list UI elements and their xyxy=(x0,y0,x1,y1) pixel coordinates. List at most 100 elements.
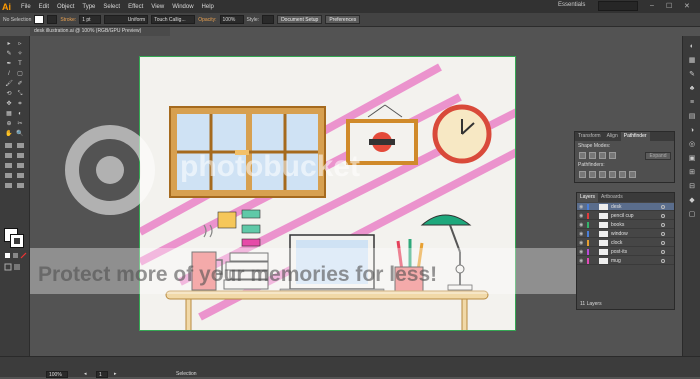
scissors-tool[interactable]: ✂ xyxy=(15,120,25,128)
workspace-switcher[interactable]: Essentials xyxy=(558,2,585,8)
divide-icon[interactable] xyxy=(579,171,586,178)
gradient-panel-icon[interactable]: ▤ xyxy=(687,112,697,121)
preferences-button[interactable]: Preferences xyxy=(325,15,361,24)
zoom-tool[interactable]: 🔍 xyxy=(15,130,25,138)
layer-row[interactable]: ◉ books xyxy=(577,221,674,229)
layers-panel-icon[interactable]: ◆ xyxy=(687,196,697,205)
transform-panel-icon[interactable]: ⊞ xyxy=(687,168,697,177)
tab-artboards[interactable]: Artboards xyxy=(598,193,626,202)
document-tab[interactable]: desk illustration.ai @ 100% (RGB/GPU Pre… xyxy=(30,27,170,36)
visibility-eye-icon[interactable]: ◉ xyxy=(579,221,585,229)
target-circle-icon[interactable] xyxy=(661,259,665,263)
expand-button[interactable]: Expand xyxy=(645,152,671,160)
target-circle-icon[interactable] xyxy=(661,250,665,254)
tab-layers[interactable]: Layers xyxy=(577,193,599,202)
symbols-panel-icon[interactable]: ♣ xyxy=(687,84,697,93)
stroke-swatch-control[interactable] xyxy=(47,15,58,24)
brushes-panel-icon[interactable]: ✎ xyxy=(687,70,697,79)
line-tool[interactable]: / xyxy=(4,70,14,78)
eyedropper-tool[interactable]: ⊕ xyxy=(4,120,14,128)
layer-row[interactable]: ◉ desk xyxy=(577,203,674,211)
shape-builder-tool[interactable]: ▦ xyxy=(4,110,14,118)
stroke-weight-field[interactable]: 1 pt xyxy=(79,15,102,24)
color-mode-icons[interactable] xyxy=(4,252,28,276)
menu-view[interactable]: View xyxy=(147,4,168,10)
minimize-button[interactable]: – xyxy=(650,2,654,9)
menu-type[interactable]: Type xyxy=(78,4,99,10)
opacity-field[interactable]: 100% xyxy=(219,15,244,24)
lasso-tool[interactable]: ✧ xyxy=(15,50,25,58)
intersect-icon[interactable] xyxy=(599,152,606,159)
pen-tool[interactable]: ✒ xyxy=(4,60,14,68)
stroke-panel-icon[interactable]: ≡ xyxy=(687,98,697,107)
brush-definition[interactable]: Touch Callig... xyxy=(151,15,196,24)
menu-window[interactable]: Window xyxy=(168,4,197,10)
menu-effect[interactable]: Effect xyxy=(124,4,147,10)
transparency-panel-icon[interactable]: ◑ xyxy=(687,126,697,135)
maximize-button[interactable]: ☐ xyxy=(666,2,672,10)
graphic-styles-panel-icon[interactable]: ▣ xyxy=(687,154,697,163)
paintbrush-tool[interactable]: 🖌 xyxy=(4,80,14,88)
stroke-label[interactable]: Stroke: xyxy=(60,17,76,23)
target-circle-icon[interactable] xyxy=(661,205,665,209)
layer-row[interactable]: ◉ window xyxy=(577,230,674,238)
fill-swatch-control[interactable] xyxy=(34,15,45,24)
rectangle-tool[interactable]: ▢ xyxy=(15,70,25,78)
minus-front-icon[interactable] xyxy=(589,152,596,159)
pencil-tool[interactable]: ✐ xyxy=(15,80,25,88)
menu-file[interactable]: File xyxy=(17,4,35,10)
visibility-eye-icon[interactable]: ◉ xyxy=(579,212,585,220)
selection-tool[interactable]: ▸ xyxy=(4,40,14,48)
layer-row[interactable]: ◉ post-its xyxy=(577,248,674,256)
layer-row[interactable]: ◉ mug xyxy=(577,257,674,265)
outline-icon[interactable] xyxy=(619,171,626,178)
visibility-eye-icon[interactable]: ◉ xyxy=(579,239,585,247)
appearance-panel-icon[interactable]: ◎ xyxy=(687,140,697,149)
opacity-label[interactable]: Opacity: xyxy=(198,17,216,23)
crop-icon[interactable] xyxy=(609,171,616,178)
swatches-panel-icon[interactable]: ▦ xyxy=(687,56,697,65)
minus-back-icon[interactable] xyxy=(629,171,636,178)
align-panel-icon[interactable]: ⊟ xyxy=(687,182,697,191)
graphic-style-picker[interactable] xyxy=(262,15,275,24)
more-tools-icons[interactable] xyxy=(3,141,27,191)
target-circle-icon[interactable] xyxy=(661,223,665,227)
scale-tool[interactable]: ⤡ xyxy=(15,90,25,98)
layer-row[interactable]: ◉ pencil cup xyxy=(577,212,674,220)
layer-row[interactable]: ◉ clock xyxy=(577,239,674,247)
magic-wand-tool[interactable]: ✎ xyxy=(4,50,14,58)
merge-icon[interactable] xyxy=(599,171,606,178)
unite-icon[interactable] xyxy=(579,152,586,159)
menu-object[interactable]: Object xyxy=(53,4,78,10)
visibility-eye-icon[interactable]: ◉ xyxy=(579,248,585,256)
tab-pathfinder[interactable]: Pathfinder xyxy=(620,132,650,141)
stroke-color-swatch[interactable] xyxy=(10,234,24,248)
pathfinders-label: Pathfinders: xyxy=(578,162,605,168)
menu-edit[interactable]: Edit xyxy=(35,4,53,10)
target-circle-icon[interactable] xyxy=(661,232,665,236)
menu-help[interactable]: Help xyxy=(198,4,218,10)
type-tool[interactable]: T xyxy=(15,60,25,68)
rotate-tool[interactable]: ⟲ xyxy=(4,90,14,98)
menu-select[interactable]: Select xyxy=(99,4,124,10)
visibility-eye-icon[interactable]: ◉ xyxy=(579,230,585,238)
hand-tool[interactable]: ✋ xyxy=(4,130,14,138)
direct-selection-tool[interactable]: ▹ xyxy=(15,40,25,48)
close-button[interactable]: ✕ xyxy=(684,2,690,10)
gradient-tool[interactable]: ◐ xyxy=(15,110,25,118)
visibility-eye-icon[interactable]: ◉ xyxy=(579,257,585,265)
variable-width-profile[interactable]: Uniform xyxy=(104,15,149,24)
exclude-icon[interactable] xyxy=(609,152,616,159)
artboards-panel-icon[interactable]: ▢ xyxy=(687,210,697,219)
color-panel-icon[interactable]: ◐ xyxy=(687,42,697,51)
document-setup-button[interactable]: Document Setup xyxy=(277,15,323,24)
trim-icon[interactable] xyxy=(589,171,596,178)
search-input[interactable] xyxy=(598,1,638,11)
target-circle-icon[interactable] xyxy=(661,214,665,218)
tab-transform[interactable]: Transform xyxy=(575,132,604,141)
visibility-eye-icon[interactable]: ◉ xyxy=(579,203,585,211)
tab-align[interactable]: Align xyxy=(604,132,621,141)
free-transform-tool[interactable]: ⌗ xyxy=(15,100,25,108)
width-tool[interactable]: ✥ xyxy=(4,100,14,108)
target-circle-icon[interactable] xyxy=(661,241,665,245)
